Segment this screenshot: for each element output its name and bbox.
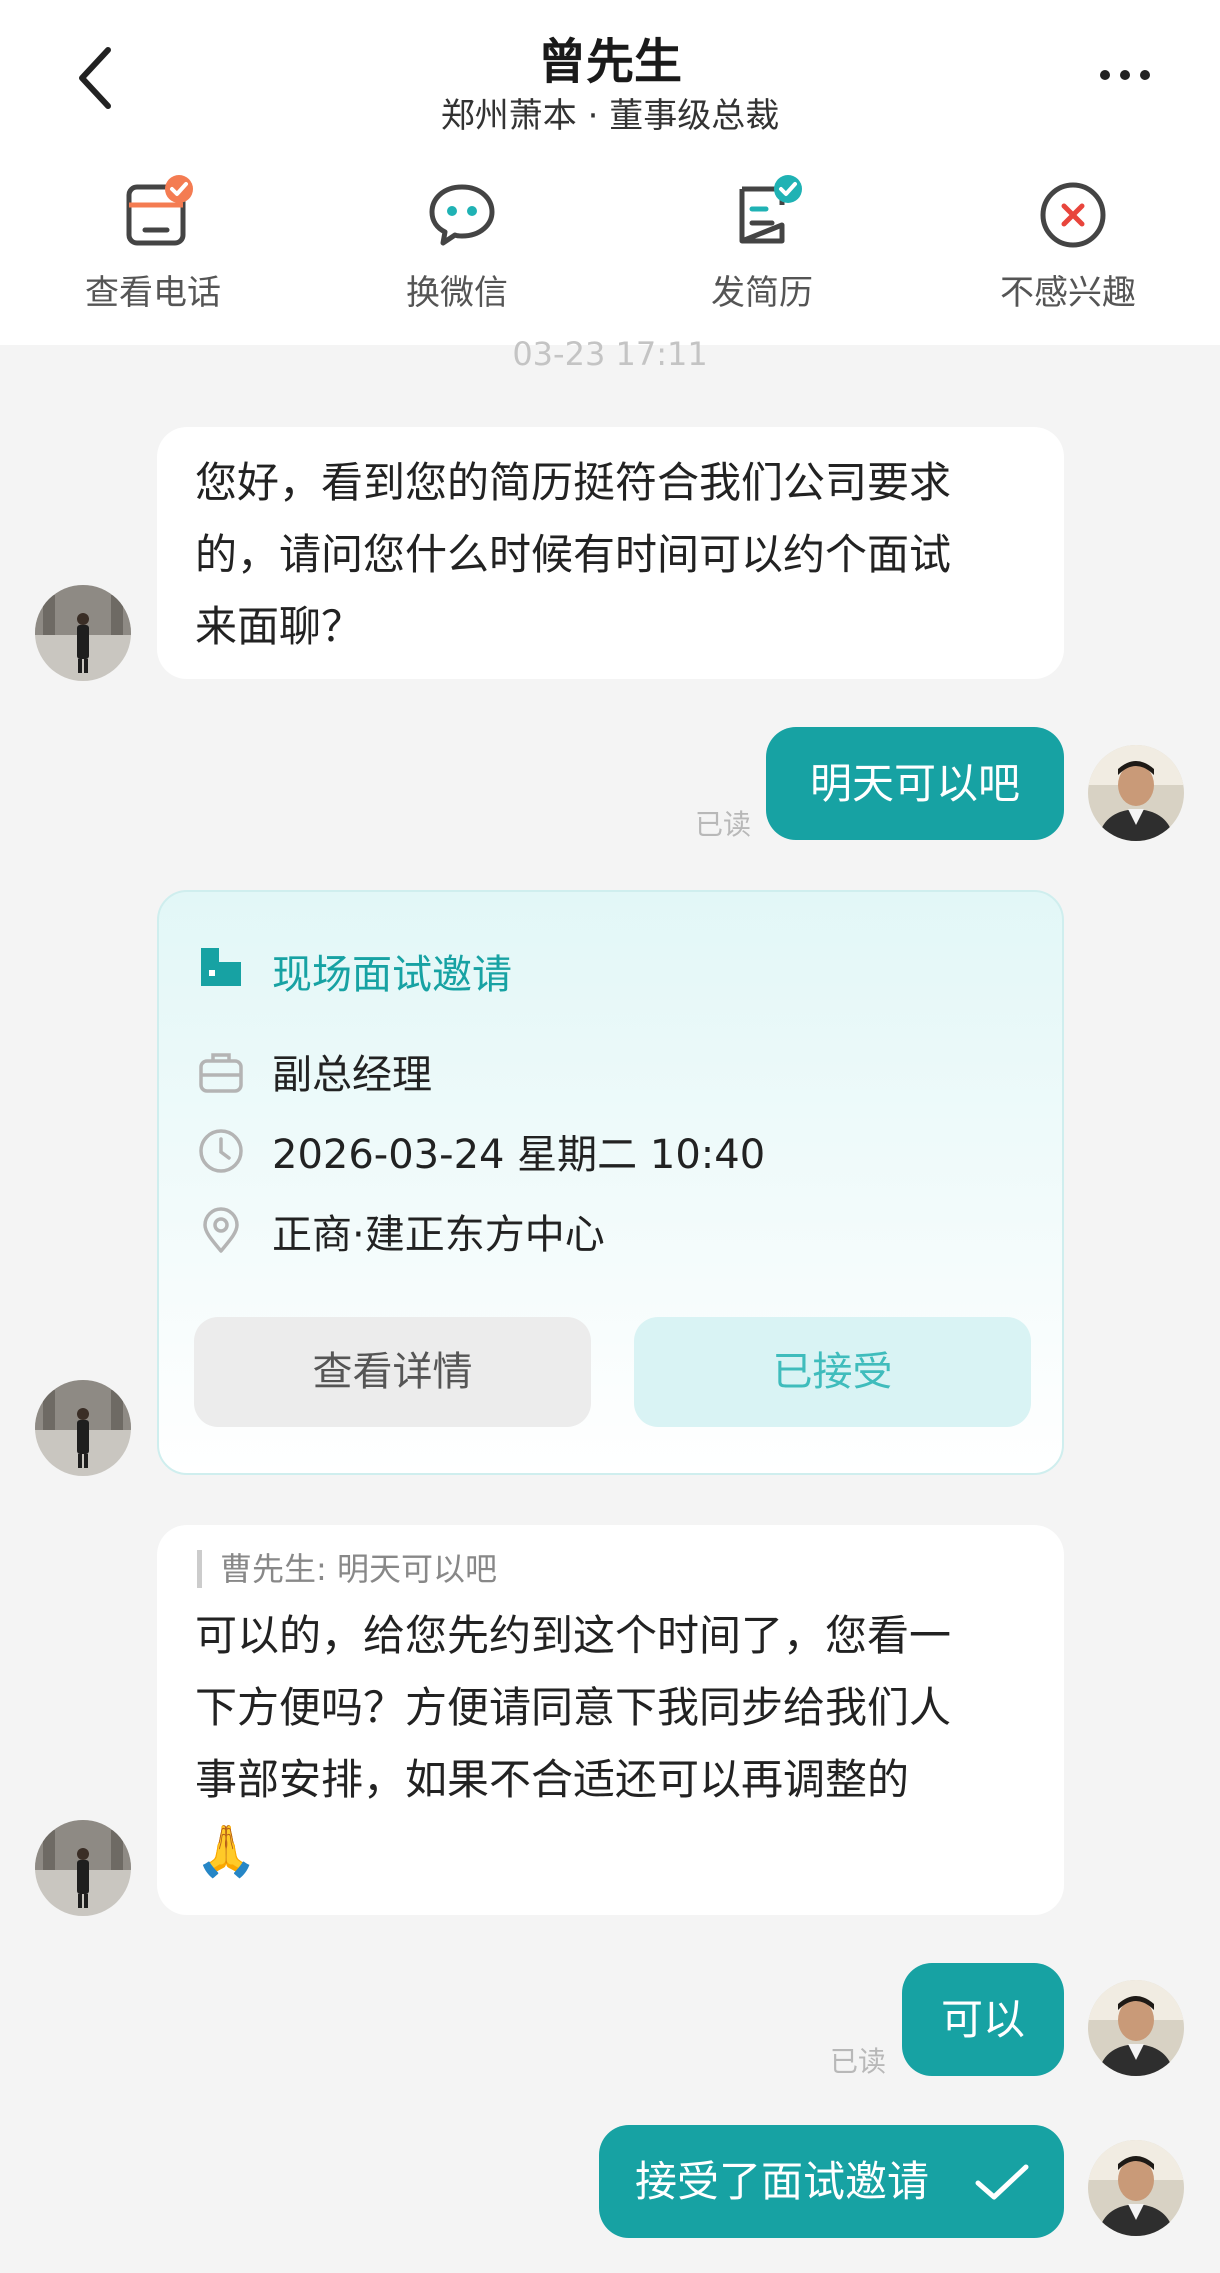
- invitation-location: 正商·建正东方中心: [272, 1212, 605, 1258]
- send-resume-button[interactable]: 发简历: [652, 175, 872, 315]
- recruiter-avatar[interactable]: [35, 1820, 131, 1916]
- incoming-message-1: 您好，看到您的简历挺符合我们公司要求 的，请问您什么时候有时间可以约个面试 来面…: [157, 427, 1064, 679]
- message-line: 来面聊？: [195, 602, 364, 651]
- briefcase-icon: [199, 1053, 243, 1093]
- accepted-invitation-text: 接受了面试邀请: [635, 2157, 930, 2206]
- quoted-message: 曹先生: 明天可以吧: [197, 1550, 497, 1588]
- contact-company-title: 郑州萧本 · 董事级总裁: [440, 96, 780, 136]
- outgoing-message-1: 明天可以吧: [766, 727, 1064, 840]
- view-details-button[interactable]: 查看详情: [194, 1317, 591, 1427]
- recruiter-avatar[interactable]: [35, 585, 131, 681]
- invitation-title: 现场面试邀请: [272, 952, 512, 998]
- incoming-message-2: 曹先生: 明天可以吧 可以的，给您先约到这个时间了，您看一 下方便吗？方便请同意…: [157, 1525, 1064, 1915]
- message-line: 您好，看到您的简历挺符合我们公司要求: [195, 458, 952, 507]
- not-interested-button[interactable]: 不感兴趣: [958, 175, 1178, 315]
- chat-header: 曾先生 郑州萧本 · 董事级总裁 查看电话 换微信 发简历 不感兴趣: [0, 0, 1220, 345]
- message-line: 可以的，给您先约到这个时间了，您看一: [195, 1611, 952, 1660]
- recruiter-photo: [35, 1380, 131, 1476]
- interview-invitation-card[interactable]: 现场面试邀请 副总经理 2026-03-24 星期二 10:40 正商·建正东方…: [157, 890, 1064, 1475]
- read-receipt: 已读: [830, 2045, 887, 2078]
- message-line: 事部安排，如果不合适还可以再调整的: [195, 1755, 910, 1804]
- my-avatar[interactable]: [1088, 1980, 1184, 2076]
- close-circle-icon: [1040, 182, 1106, 248]
- message-timestamp: 03-23 17:11: [512, 335, 708, 373]
- recruiter-avatar[interactable]: [35, 1380, 131, 1476]
- phone-card-icon: [126, 175, 193, 246]
- message-line: 的，请问您什么时候有时间可以约个面试: [195, 530, 952, 579]
- outgoing-message-2: 可以: [902, 1963, 1064, 2076]
- contact-name: 曾先生: [537, 34, 682, 90]
- view-phone-button[interactable]: 查看电话: [43, 175, 263, 315]
- pray-emoji: 🙏: [195, 1822, 258, 1880]
- clock-icon: [199, 1129, 243, 1173]
- accepted-status-button[interactable]: 已接受: [634, 1317, 1031, 1427]
- exchange-wechat-label: 换微信: [406, 273, 508, 313]
- more-dots-icon: [1100, 70, 1150, 80]
- read-receipt: 已读: [695, 808, 752, 841]
- exchange-wechat-button[interactable]: 换微信: [347, 175, 567, 315]
- my-photo: [1088, 1980, 1184, 2076]
- invitation-position: 副总经理: [272, 1052, 432, 1098]
- check-icon: [975, 2164, 1029, 2200]
- invitation-flag-icon: [201, 948, 241, 986]
- accepted-invitation-message: 接受了面试邀请: [599, 2125, 1064, 2238]
- resume-icon: [739, 175, 802, 244]
- location-pin-icon: [203, 1207, 239, 1253]
- my-photo: [1088, 745, 1184, 841]
- my-photo: [1088, 2140, 1184, 2236]
- message-line: 下方便吗？方便请同意下我同步给我们人: [195, 1683, 952, 1732]
- recruiter-photo: [35, 1820, 131, 1916]
- more-button[interactable]: [1095, 55, 1155, 95]
- send-resume-label: 发简历: [711, 273, 813, 313]
- invitation-datetime: 2026-03-24 星期二 10:40: [272, 1132, 766, 1178]
- wechat-icon: [429, 184, 495, 246]
- view-phone-label: 查看电话: [85, 273, 221, 313]
- my-avatar[interactable]: [1088, 2140, 1184, 2236]
- not-interested-label: 不感兴趣: [1000, 273, 1136, 313]
- my-avatar[interactable]: [1088, 745, 1184, 841]
- recruiter-photo: [35, 585, 131, 681]
